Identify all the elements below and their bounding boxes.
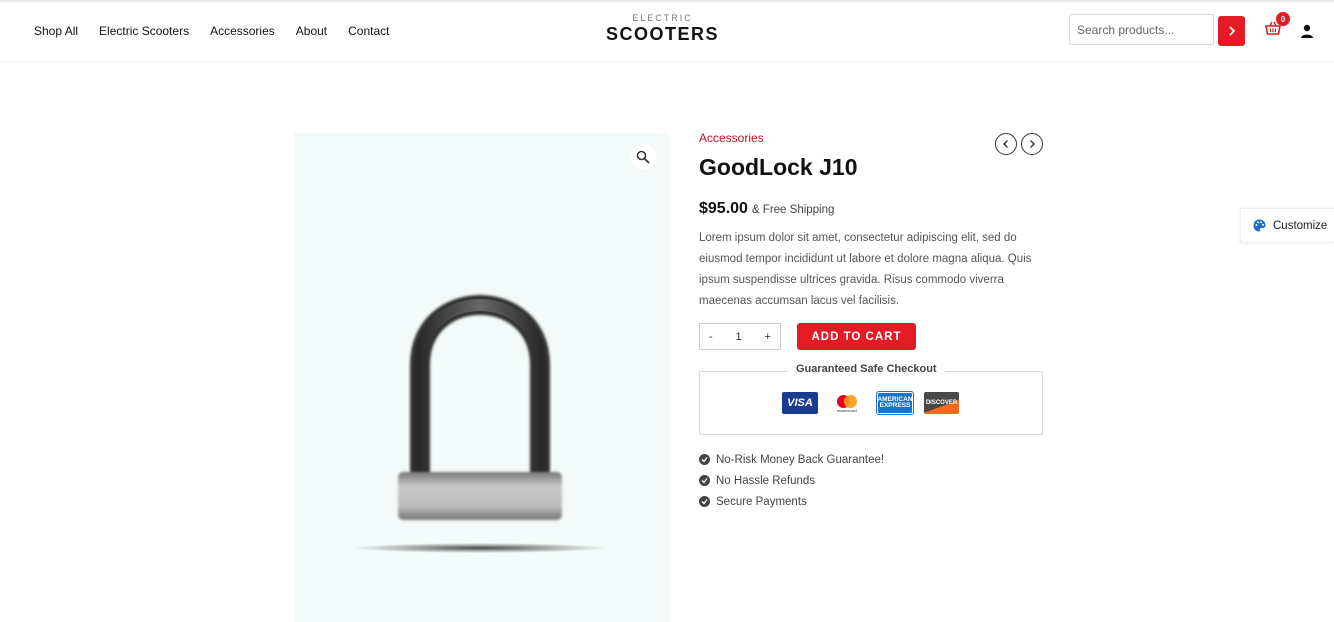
price-row: $95.00 & Free Shipping — [699, 200, 834, 218]
nav-about[interactable]: About — [296, 24, 327, 38]
nav-accessories[interactable]: Accessories — [210, 24, 275, 38]
search-input[interactable] — [1069, 14, 1214, 45]
add-to-cart-button[interactable]: ADD TO CART — [797, 323, 916, 350]
customize-button[interactable]: Customize — [1240, 208, 1334, 243]
site-logo[interactable]: ELECTRIC SCOOTERS — [590, 13, 735, 45]
list-item: Secure Payments — [699, 491, 884, 512]
check-circle-icon — [699, 475, 710, 486]
amex-line-2: EXPRESS — [879, 402, 911, 409]
guarantee-label: Secure Payments — [716, 495, 807, 508]
visa-card-icon: VISA — [782, 392, 818, 414]
next-product-button[interactable] — [1021, 133, 1043, 155]
zoom-button[interactable] — [630, 144, 656, 170]
previous-product-button[interactable] — [995, 133, 1017, 155]
discover-wordmark: DISCOVER — [925, 400, 958, 406]
mastercard-wordmark: mastercard — [836, 407, 857, 413]
cart-count-badge: 0 — [1276, 12, 1290, 26]
quantity-value[interactable]: 1 — [736, 331, 742, 343]
quantity-increase-button[interactable]: + — [765, 331, 771, 343]
guarantee-label: No Hassle Refunds — [716, 474, 816, 487]
product-price: $95.00 — [699, 200, 748, 217]
quantity-stepper[interactable]: - 1 + — [699, 323, 781, 350]
product-category-link[interactable]: Accessories — [699, 131, 764, 145]
nav-electric-scooters[interactable]: Electric Scooters — [99, 24, 189, 38]
product-description: Lorem ipsum dolor sit amet, consectetur … — [699, 232, 1032, 307]
logo-big-text: SCOOTERS — [605, 24, 719, 44]
amex-card-icon: AMERICAN EXPRESS — [876, 391, 914, 415]
chevron-right-icon — [1030, 140, 1035, 148]
mastercard-circles-icon — [837, 394, 857, 408]
mastercard-card-icon: mastercard — [830, 392, 864, 414]
nav-shop-all[interactable]: Shop All — [34, 24, 78, 38]
list-item: No-Risk Money Back Guarantee! — [699, 449, 884, 470]
safe-checkout-box — [699, 371, 1043, 435]
logo-small-text: ELECTRIC — [632, 13, 693, 23]
user-account-icon[interactable] — [1300, 24, 1314, 38]
quantity-decrease-button[interactable]: - — [709, 331, 713, 343]
chevron-right-icon — [1228, 26, 1235, 36]
guarantee-label: No-Risk Money Back Guarantee! — [716, 453, 885, 466]
customize-label: Customize — [1273, 219, 1328, 232]
nav-contact[interactable]: Contact — [348, 24, 389, 38]
product-image-u-lock — [352, 295, 608, 553]
main-nav: Shop All Electric Scooters Accessories A… — [34, 24, 389, 38]
product-title: GoodLock J10 — [699, 154, 858, 180]
magnifier-icon — [636, 150, 650, 164]
shipping-note: & Free Shipping — [751, 204, 835, 216]
check-circle-icon — [699, 454, 710, 465]
discover-card-icon: DISCOVER — [924, 392, 959, 414]
search-button[interactable] — [1218, 16, 1245, 46]
check-circle-icon — [699, 496, 710, 507]
chevron-left-icon — [1003, 140, 1008, 148]
safe-checkout-title: Guaranteed Safe Checkout — [788, 363, 945, 375]
palette-icon — [1253, 219, 1266, 232]
guarantee-list: No-Risk Money Back Guarantee! No Hassle … — [699, 449, 884, 512]
list-item: No Hassle Refunds — [699, 470, 884, 491]
